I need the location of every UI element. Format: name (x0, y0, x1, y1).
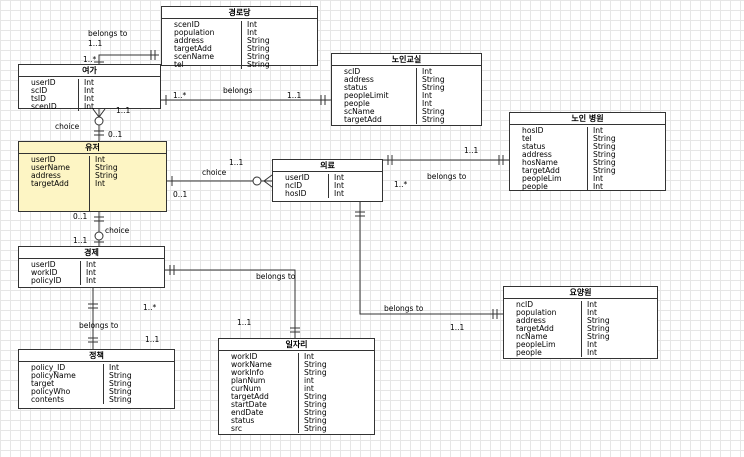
relationship-label: choice (105, 226, 130, 235)
attr-name: targetAdd (344, 115, 382, 124)
attr-type: Int (84, 102, 95, 111)
relationship-label: belongs (223, 86, 253, 95)
attr-type: String (247, 60, 270, 69)
attr-name: contents (31, 395, 65, 404)
attr-name: scenID (31, 102, 57, 111)
rel-uiryo-yoyangwon (359, 202, 503, 315)
attr-type: Int (334, 189, 345, 198)
relationship-label: belongs to (88, 29, 128, 38)
entity-title: 노인교실 (332, 54, 481, 66)
entity-jeongchaek[interactable]: 정책 policy_ID policyName target policyWho… (18, 349, 175, 409)
relationship-label: belongs to (79, 321, 119, 330)
attr-type: String (422, 115, 445, 124)
entity-title: 의료 (273, 160, 382, 172)
rel-optional-circle (94, 116, 104, 126)
attr-name: targetAdd (31, 179, 69, 188)
entity-gyeongje[interactable]: 경제 userID workID policyID Int Int Int (18, 246, 165, 288)
attr-name: people (516, 348, 542, 357)
entity-title: 경제 (19, 247, 164, 259)
attr-type: String (304, 424, 327, 433)
cardinality-label: 1..1 (287, 91, 302, 100)
cardinality-label: 1..1 (237, 318, 252, 327)
rel-yeoga-gyeongrodang (98, 54, 159, 64)
cardinality-label: 1..1 (450, 323, 465, 332)
entity-noingyosil[interactable]: 노인교실 scID address status peopleLimit peo… (331, 53, 482, 126)
cardinality-label: 0..1 (73, 212, 88, 221)
attr-name: src (231, 424, 243, 433)
entity-uiryo[interactable]: 의료 userID ncID hosID Int Int Int (272, 159, 383, 202)
cardinality-label: 1..* (143, 303, 157, 312)
cardinality-label: 1..1 (116, 106, 131, 115)
cardinality-label: 1..* (173, 91, 187, 100)
attr-name: scenName (174, 52, 215, 61)
entity-title: 노인 병원 (510, 113, 665, 125)
attr-type: Int (95, 179, 106, 188)
entity-iljari[interactable]: 일자리 workID workName workInfo planNum cur… (218, 338, 375, 435)
attr-type: Int (587, 348, 598, 357)
entity-gyeongrodang[interactable]: 경로당 scenID population address targetAdd … (161, 6, 318, 69)
entity-title: 일자리 (219, 339, 374, 351)
cardinality-label: 1..1 (464, 146, 479, 155)
cardinality-label: 1..1 (88, 39, 103, 48)
cardinality-label: 0..1 (173, 190, 188, 199)
entity-title: 정책 (19, 350, 174, 362)
relationship-label: belongs to (256, 272, 296, 281)
entity-title: 여가 (19, 65, 160, 77)
relationship-label: choice (202, 168, 227, 177)
entity-title: 경로당 (162, 7, 317, 19)
relationship-label: belongs to (384, 304, 424, 313)
rel-optional-circle (94, 231, 104, 241)
cardinality-label: 1..* (394, 180, 408, 189)
cardinality-label: 1..* (83, 55, 97, 64)
attr-name: tel (174, 60, 184, 69)
attr-type: Int (86, 276, 97, 285)
entity-noinbyeongwon[interactable]: 노인 병원 hosID tel status address hosName t… (509, 112, 666, 191)
relationship-label: belongs to (427, 172, 467, 181)
entity-title: 요양원 (504, 287, 657, 299)
attr-name: people (522, 182, 548, 191)
attr-name: policyID (31, 276, 62, 285)
attr-type: String (109, 395, 132, 404)
cardinality-label: 1..1 (229, 158, 244, 167)
entity-yoyangwon[interactable]: 요양원 ncID population address targetAdd nc… (503, 286, 658, 359)
relationship-label: choice (55, 122, 80, 131)
entity-yeoga[interactable]: 여가 userID scID tsID scenID Int Int Int I… (18, 64, 161, 111)
entity-title: 유저 (19, 142, 166, 154)
rel-optional-circle (252, 176, 262, 186)
attr-type: Int (593, 182, 604, 191)
cardinality-label: 0..1 (108, 130, 123, 139)
attr-name: hosID (285, 189, 307, 198)
cardinality-label: 1..1 (73, 236, 88, 245)
entity-yujeo[interactable]: 유저 userID userName address targetAdd Int… (18, 141, 167, 212)
cardinality-label: 1..1 (145, 335, 160, 344)
